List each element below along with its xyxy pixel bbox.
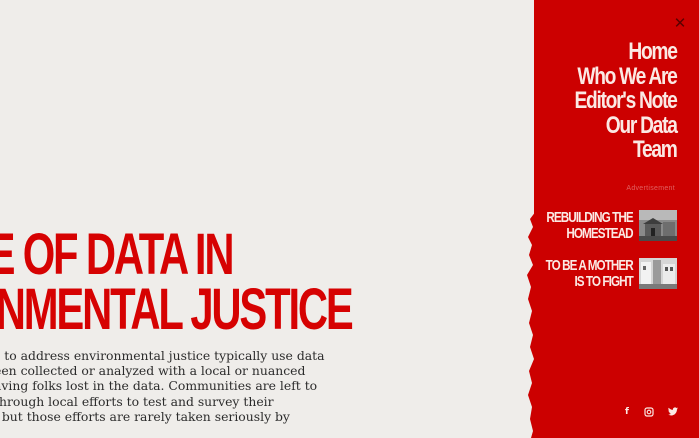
facebook-icon[interactable]: f [620, 405, 634, 419]
promo-title: TO BE A MOTHER IS TO FIGHT [545, 257, 634, 290]
promo-title-line: TO BE A MOTHER [545, 257, 634, 274]
promo-title-line: IS TO FIGHT [574, 273, 634, 290]
promo-card-mother[interactable]: TO BE A MOTHER IS TO FIGHT [527, 258, 677, 290]
nav-editors-note[interactable]: Editor's Note [575, 88, 678, 114]
nav-home[interactable]: Home [575, 39, 679, 65]
close-icon[interactable]: ✕ [673, 16, 687, 31]
nav-who-we-are[interactable]: Who We Are [575, 64, 678, 90]
body-line: aving folks lost in the data. Communitie… [0, 378, 318, 394]
promo-title-line: REBUILDING THE [546, 209, 634, 226]
nav-team[interactable]: Team [575, 137, 678, 163]
nav-our-data[interactable]: Our Data [575, 113, 678, 139]
nav-list: Home Who We Are Editor's Note Our Data T… [549, 39, 679, 163]
promo-title: REBUILDING THE HOMESTEAD [546, 209, 634, 242]
body-line: een collected or analyzed with a local o… [0, 363, 306, 379]
promo-title-line: HOMESTEAD [566, 225, 634, 242]
street-photo-thumbnail [639, 258, 677, 289]
article-headline-line-2: ENVIRONMENTAL JUSTICE [0, 277, 354, 342]
advertisement-label: Advertisement [626, 185, 675, 192]
twitter-icon[interactable] [666, 405, 680, 419]
body-line: through local efforts to test and survey… [0, 393, 274, 409]
house-photo-thumbnail [639, 210, 677, 241]
instagram-icon[interactable] [642, 405, 656, 419]
promo-card-rebuilding[interactable]: REBUILDING THE HOMESTEAD [527, 210, 677, 242]
body-line: , but those efforts are rarely taken ser… [0, 408, 290, 424]
article-headline-line-1: ROLE OF DATA IN [0, 222, 234, 287]
article-area: ROLE OF DATA IN ENVIRONMENTAL JUSTICE s … [0, 0, 534, 438]
body-line: s to address environmental justice typic… [0, 348, 325, 363]
article-body: s to address environmental justice typic… [0, 348, 325, 424]
